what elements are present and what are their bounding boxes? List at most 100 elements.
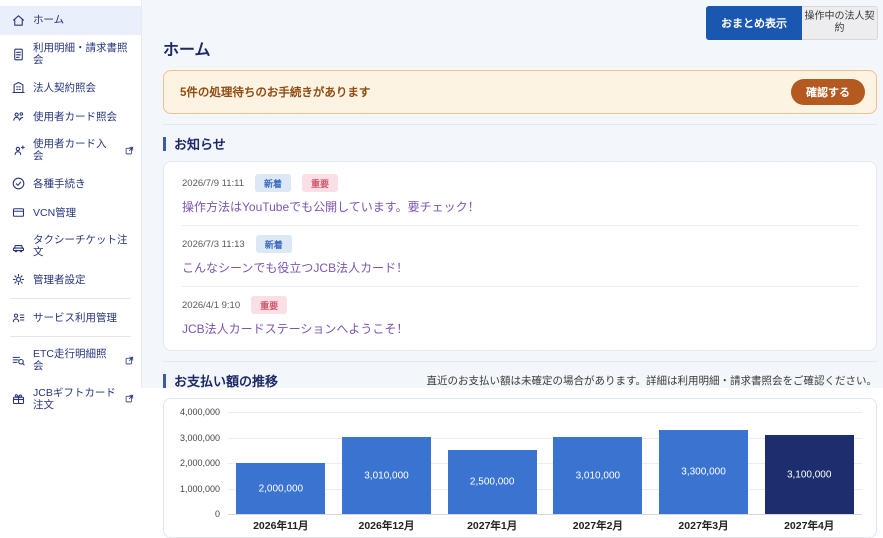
sidebar-item-12[interactable]: JCBギフトカード注文 <box>0 380 141 418</box>
bar: 2,000,000 <box>236 463 326 514</box>
users-icon <box>13 112 24 121</box>
sidebar-item-7[interactable]: VCN管理 <box>0 198 141 227</box>
sidebar-item-2[interactable]: 利用明細・請求書照会 <box>0 35 141 73</box>
document-icon <box>14 48 23 60</box>
bar: 3,010,000 <box>342 437 431 514</box>
news-date: 2026/7/9 11:11 <box>182 177 244 189</box>
payment-bar-chart: 4,000,000 3,000,000 2,000,000 1,000,000 0 2,0… <box>180 407 862 532</box>
top-button-group: おまとめ表示 操作中の法人契約 <box>706 6 878 40</box>
y-axis-tick: 4,000,000 <box>179 407 220 417</box>
divider <box>163 124 877 125</box>
news-meta: 2026/4/1 9:10 重要 <box>182 296 858 314</box>
news-item: 2026/4/1 9:10 重要 JCB法人カードステーションへようこそ！ <box>182 286 858 347</box>
section-accent-bar <box>163 373 166 388</box>
sidebar-item-5[interactable]: 使用者カード入会 <box>0 131 141 169</box>
bar-slot: 2,000,000 2026年11月 <box>228 412 334 532</box>
sidebar-item-6[interactable]: 各種手続き <box>0 169 141 198</box>
payments-section-header: お支払い額の推移 直近のお支払い額は未確定の場合があります。詳細は利用明細・請求… <box>163 371 877 390</box>
news-meta: 2026/7/9 11:11 新着 重要 <box>182 174 858 192</box>
bar-slot: 2,500,000 2027年1月 <box>439 412 545 532</box>
bar-value-label: 3,100,000 <box>786 469 832 480</box>
news-section-title: お知らせ <box>174 137 226 152</box>
sidebar-item-8[interactable]: タクシーチケット注文 <box>0 227 141 265</box>
main-content: おまとめ表示 操作中の法人契約 ホーム 5件の処理待ちのお手続きがあります 確認… <box>141 0 883 538</box>
news-link[interactable]: こんなシーンでも役立つJCB法人カード！ <box>182 259 858 276</box>
gear-icon <box>12 274 25 286</box>
bar-value-label: 3,010,000 <box>575 470 621 481</box>
bar-slot: 3,100,000 2027年4月 <box>756 412 862 532</box>
sidebar-item-label: ETC走行明細照会 <box>33 348 107 373</box>
bar: 3,010,000 <box>553 437 643 514</box>
x-axis-label: 2027年4月 <box>784 520 835 532</box>
external-icon <box>125 146 134 155</box>
sidebar-item-3[interactable]: 法人契約照会 <box>0 73 141 102</box>
home-icon <box>12 15 25 26</box>
sidebar-item-label: 使用者カード入会 <box>33 138 107 163</box>
bar-series: 2,000,000 2026年11月 3,010,000 2026年12月 2,500,… <box>228 412 862 532</box>
y-axis-tick: 0 <box>214 509 220 519</box>
news-section-header: お知らせ <box>163 134 877 153</box>
sidebar: ホーム利用明細・請求書照会法人契約照会使用者カード照会使用者カード入会各種手続き… <box>0 0 141 496</box>
sidebar-item-9[interactable]: 管理者設定 <box>0 265 141 294</box>
badge-important: 重要 <box>302 174 339 192</box>
x-axis-line <box>228 514 862 515</box>
payment-chart-card: 4,000,000 3,000,000 2,000,000 1,000,000 0 2,0… <box>163 398 877 538</box>
y-axis-tick: 3,000,000 <box>179 432 220 443</box>
x-axis-label: 2026年12月 <box>358 520 415 532</box>
card-icon <box>12 208 25 218</box>
news-link[interactable]: 操作方法はYouTubeでも公開しています。要チェック！ <box>182 198 858 215</box>
pending-tasks-alert: 5件の処理待ちのお手続きがあります 確認する <box>163 70 877 114</box>
sidebar-item-10[interactable]: サービス利用管理 <box>0 303 141 332</box>
news-date: 2026/4/1 9:10 <box>182 299 241 311</box>
sidebar-item-label: 使用者カード照会 <box>33 110 117 123</box>
sidebar-item-label: 法人契約照会 <box>33 81 96 94</box>
payments-section-title: お支払い額の推移 <box>174 374 279 389</box>
sidebar-item-label: サービス利用管理 <box>33 311 117 324</box>
summary-view-button[interactable]: おまとめ表示 <box>706 6 802 40</box>
x-axis-label: 2026年11月 <box>253 520 309 532</box>
taxi-icon <box>12 244 25 253</box>
sidebar-item-label: ホーム <box>33 14 65 27</box>
bar: 3,300,000 <box>659 430 748 514</box>
sidebar-divider <box>10 336 131 338</box>
building-icon <box>12 82 25 94</box>
news-card: 2026/7/9 11:11 新着 重要 操作方法はYouTubeでも公開しています。… <box>163 161 877 351</box>
user-plus-icon <box>14 145 25 155</box>
external-icon <box>125 394 134 403</box>
payments-note: 直近のお支払い額は未確定の場合があります。詳細は利用明細・請求書照会をご確認くだ… <box>426 375 877 387</box>
user-list-icon <box>12 313 25 323</box>
bar-slot: 3,300,000 2027年3月 <box>651 412 757 532</box>
sidebar-item-label: タクシーチケット注文 <box>33 234 128 259</box>
confirm-button[interactable]: 確認する <box>791 79 865 105</box>
bar-slot: 3,010,000 2026年12月 <box>334 412 440 532</box>
sidebar-item-label: 利用明細・請求書照会 <box>33 42 128 67</box>
news-meta: 2026/7/3 11:13 新着 <box>182 235 858 253</box>
active-contract-button[interactable]: 操作中の法人契約 <box>802 6 878 40</box>
news-date: 2026/7/3 11:13 <box>182 238 245 250</box>
sidebar-item-label: VCN管理 <box>33 206 77 219</box>
x-axis-label: 2027年2月 <box>572 520 623 532</box>
badge-new: 新着 <box>255 235 292 253</box>
check-circle-icon <box>12 177 25 190</box>
sidebar-divider <box>10 298 131 300</box>
news-item: 2026/7/9 11:11 新着 重要操作方法はYouTubeでも公開しています。… <box>182 165 858 225</box>
bar: 3,100,000 <box>764 435 854 514</box>
bar-value-label: 3,300,000 <box>681 466 726 478</box>
bar-slot: 3,010,000 2027年2月 <box>545 412 651 532</box>
badge-important: 重要 <box>251 296 288 314</box>
badge-new: 新着 <box>254 174 291 192</box>
divider <box>163 361 877 362</box>
sidebar-item-label: JCBギフトカード注文 <box>33 386 116 411</box>
gift-icon <box>12 394 25 405</box>
x-axis-label: 2027年3月 <box>678 520 729 532</box>
y-axis-tick: 1,000,000 <box>179 483 220 494</box>
section-accent-bar <box>163 136 166 151</box>
news-link[interactable]: JCB法人カードステーションへようこそ！ <box>182 320 858 337</box>
sidebar-item-list: ホーム利用明細・請求書照会法人契約照会使用者カード照会使用者カード入会各種手続き… <box>0 6 141 418</box>
bar-value-label: 2,000,000 <box>258 483 304 494</box>
x-axis-label: 2027年1月 <box>467 520 518 532</box>
bar-value-label: 2,500,000 <box>469 476 515 488</box>
sidebar-item-11[interactable]: ETC走行明細照会 <box>0 341 141 379</box>
sidebar-item-4[interactable]: 使用者カード照会 <box>0 102 141 131</box>
sidebar-item-1[interactable]: ホーム <box>0 6 141 35</box>
